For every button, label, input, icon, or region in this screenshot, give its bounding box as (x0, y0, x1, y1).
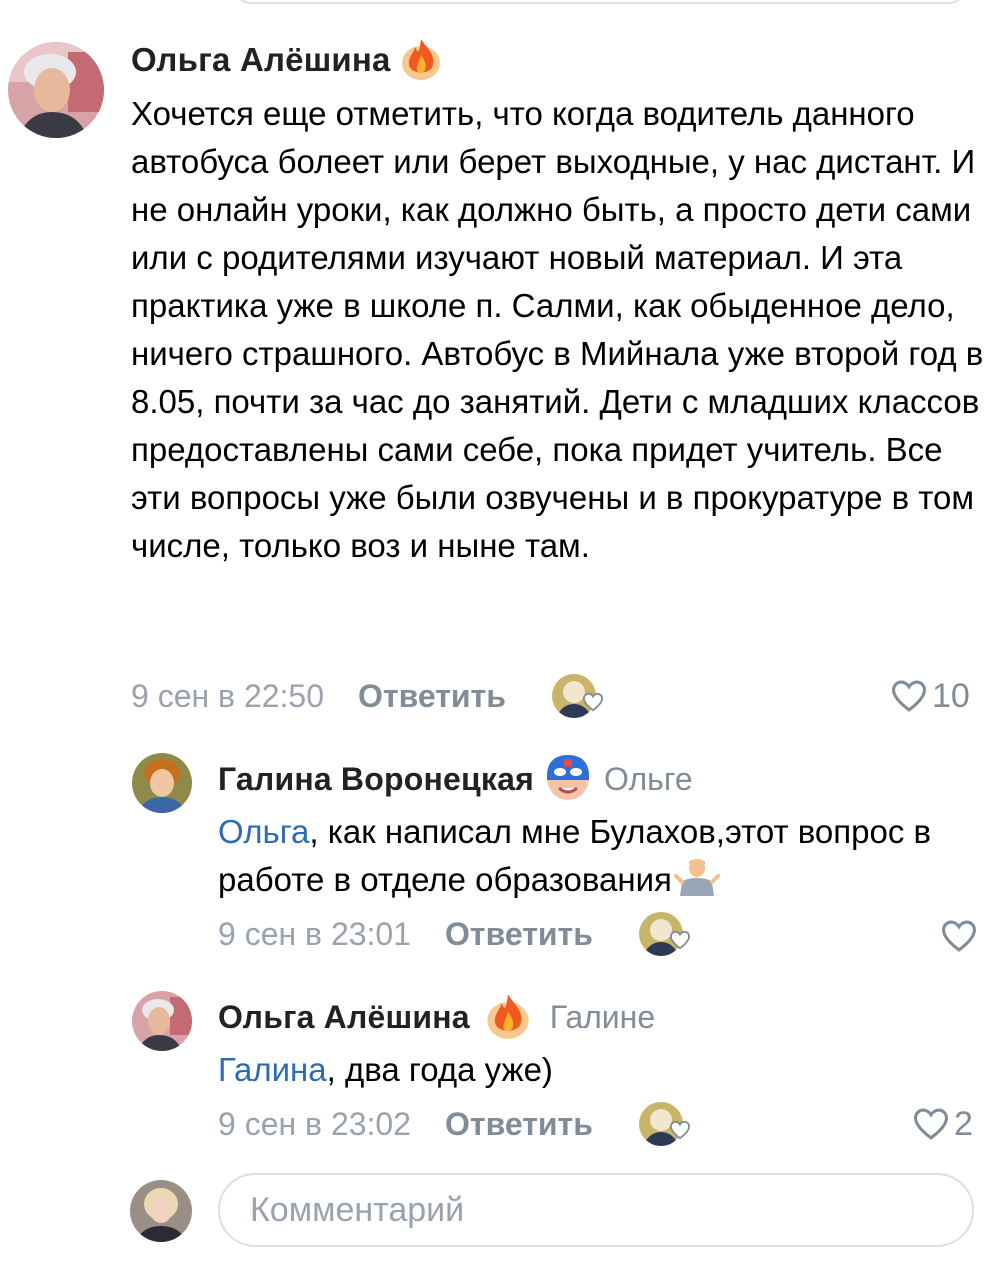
fire-icon (486, 990, 530, 1045)
comment-1-header: Ольга Алёшина (131, 36, 441, 84)
comment-text: Галина, два года уже) (218, 1046, 978, 1094)
heart-small-icon (669, 921, 691, 958)
reply-button[interactable]: Ответить (445, 1106, 593, 1143)
comment-input[interactable]: Комментарий (218, 1173, 974, 1247)
superhero-mask-icon (544, 752, 592, 807)
comment-body: , два года уже) (326, 1051, 553, 1088)
mention-link[interactable]: Ольга (218, 813, 309, 850)
reply-to-name[interactable]: Галине (550, 999, 655, 1036)
comment-date: 9 сен в 22:50 (131, 677, 325, 714)
current-user-avatar[interactable] (130, 1180, 192, 1242)
heart-small-icon (582, 683, 604, 720)
heart-icon (890, 679, 928, 713)
like-count: 10 (932, 676, 970, 715)
shrug-emoji-icon (673, 856, 720, 909)
comment-date: 9 сен в 23:02 (218, 1105, 412, 1142)
reply-button[interactable]: Ответить (445, 916, 593, 953)
comment-body: , как написал мне Булахов,этот вопрос в … (218, 813, 932, 899)
reply-to-name[interactable]: Ольге (604, 761, 693, 798)
fire-icon (401, 35, 441, 86)
avatar-olga[interactable] (8, 42, 104, 138)
comment-2-meta: 9 сен в 23:01 Ответить (218, 910, 690, 958)
liker-avatar[interactable] (638, 912, 690, 956)
avatar-olga[interactable] (132, 991, 192, 1051)
heart-icon (912, 1107, 950, 1141)
like-count: 2 (954, 1104, 973, 1143)
mention-link[interactable]: Галина (218, 1051, 327, 1088)
like-button[interactable] (940, 914, 978, 958)
like-button[interactable]: 10 (890, 674, 970, 718)
heart-icon (940, 919, 978, 953)
previous-input-edge (230, 0, 970, 4)
liker-avatar[interactable] (638, 1102, 690, 1146)
comment-date: 9 сен в 23:01 (218, 915, 412, 952)
heart-small-icon (669, 1111, 691, 1148)
comment-2-header: Галина Воронецкая Ольге (218, 754, 693, 804)
comment-1-meta: 9 сен в 22:50 Ответить (131, 672, 603, 720)
reply-button[interactable]: Ответить (358, 678, 506, 715)
comment-input-placeholder: Комментарий (250, 1190, 465, 1229)
comment-3-header: Ольга Алёшина Галине (218, 992, 655, 1042)
author-name[interactable]: Галина Воронецкая (218, 761, 534, 798)
comment-3-meta: 9 сен в 23:02 Ответить (218, 1100, 690, 1148)
comment-text: Хочется еще отметить, что когда водитель… (131, 95, 984, 564)
author-name[interactable]: Ольга Алёшина (218, 999, 470, 1036)
liker-avatar[interactable] (551, 674, 603, 718)
like-button[interactable]: 2 (912, 1102, 973, 1146)
avatar-galina[interactable] (132, 753, 192, 813)
comment-text: Ольга, как написал мне Булахов,этот вопр… (218, 808, 978, 909)
author-name[interactable]: Ольга Алёшина (131, 41, 391, 79)
